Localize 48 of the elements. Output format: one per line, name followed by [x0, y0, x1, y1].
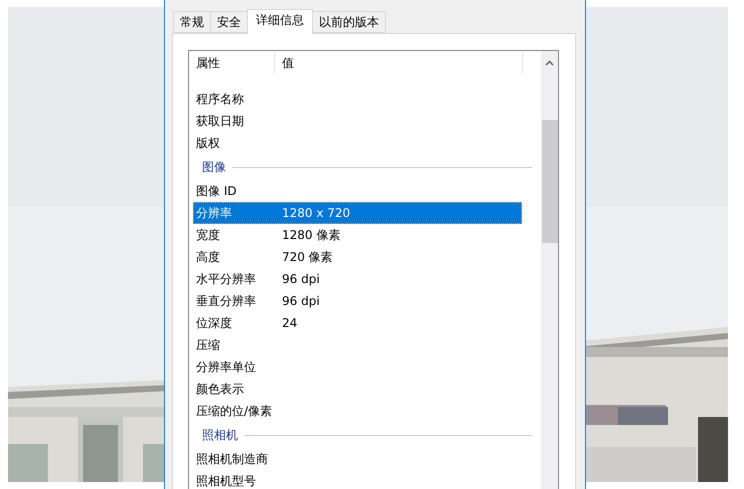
tab[interactable]: 安全	[210, 11, 248, 33]
property-name: 水平分辨率	[195, 270, 257, 288]
property-row[interactable]: 程序名称	[193, 88, 522, 110]
property-row[interactable]: 垂直分辨率 96 dpi	[193, 290, 522, 312]
property-name: 高度	[195, 248, 221, 266]
property-value: 1280 x 720	[282, 206, 350, 220]
property-row[interactable]: 获取日期	[193, 110, 522, 132]
property-name: 版权	[195, 134, 221, 152]
property-name: 程序名称	[195, 90, 245, 108]
property-row[interactable]: 照相机制造商	[193, 448, 522, 470]
property-row[interactable]: 压缩的位/像素	[193, 400, 522, 422]
property-row[interactable]: 分辨率单位	[193, 356, 522, 378]
property-name: 压缩	[195, 336, 221, 354]
column-header[interactable]: 属性	[189, 52, 275, 74]
property-name: 分辨率	[195, 204, 233, 222]
property-value: 96 dpi	[282, 294, 320, 308]
property-name: 图像 ID	[195, 182, 238, 200]
scroll-thumb[interactable]	[542, 120, 558, 243]
property-row[interactable]: 分辨率 1280 x 720	[193, 202, 522, 224]
property-row[interactable]: 高度 720 像素	[193, 246, 522, 268]
property-name: 宽度	[195, 226, 221, 244]
property-row[interactable]: 水平分辨率 96 dpi	[193, 268, 522, 290]
property-row[interactable]: 图像 ID	[193, 180, 522, 202]
scrollbar[interactable]	[541, 51, 558, 489]
property-value: 1280 像素	[282, 226, 340, 244]
tab[interactable]: 以前的版本	[312, 11, 386, 33]
property-value: 96 dpi	[282, 272, 320, 286]
property-row[interactable]: 压缩	[193, 334, 522, 356]
tab[interactable]: 常规	[173, 11, 211, 33]
property-name: 颜色表示	[195, 380, 245, 398]
property-row[interactable]: 照相机型号	[193, 470, 522, 489]
property-name: 照相机型号	[195, 472, 257, 489]
property-value: 24	[282, 316, 298, 330]
property-name: 垂直分辨率	[195, 292, 257, 310]
property-name: 分辨率单位	[195, 358, 257, 376]
property-row[interactable]: 宽度 1280 像素	[193, 224, 522, 246]
property-value: 720 像素	[282, 248, 333, 266]
column-header[interactable]: 值	[275, 52, 523, 74]
property-row[interactable]: 位深度 24	[193, 312, 522, 334]
group-heading: 图像	[202, 158, 226, 176]
property-name: 位深度	[195, 314, 233, 332]
property-name: 压缩的位/像素	[195, 402, 274, 420]
property-name: 照相机制造商	[195, 450, 269, 468]
tab[interactable]: 详细信息	[247, 9, 313, 34]
property-row[interactable]: 版权	[193, 132, 522, 154]
group-heading: 照相机	[202, 426, 238, 444]
property-row[interactable]: 颜色表示	[193, 378, 522, 400]
property-name: 获取日期	[195, 112, 245, 130]
